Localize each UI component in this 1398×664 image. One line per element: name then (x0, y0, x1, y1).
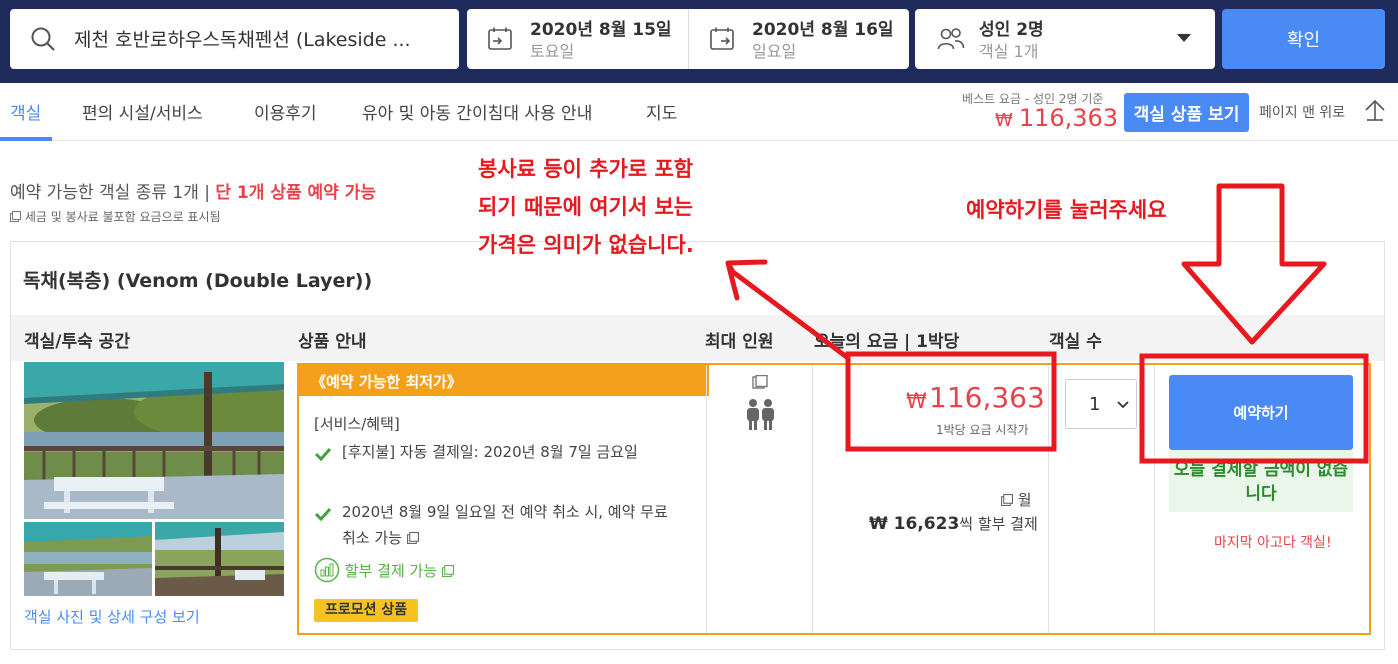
destination-text: 제천 호반로하우스독채펜션 (Lakeside ... (74, 29, 411, 51)
room-photo-thumb-2[interactable] (155, 522, 284, 596)
guests-selector[interactable]: 성인 2명 객실 1개 (915, 9, 1215, 69)
installment-link[interactable]: 할부 결제 가능 (314, 557, 454, 583)
installment-text: 할부 결제 가능 (344, 562, 438, 580)
best-price-currency: ₩ (995, 110, 1013, 131)
checkmark-icon (314, 503, 332, 529)
offer-row: 《예약 가능한 최저가》 [서비스/혜택] [후지불] 자동 결제일: 2020… (297, 363, 1371, 635)
monthly-text: 월 (1017, 491, 1032, 509)
installment-icon (314, 557, 340, 583)
monthly-suffix: 씩 할부 결제 (959, 515, 1038, 533)
checkout-date[interactable]: 2020년 8월 16일 일요일 (688, 9, 909, 69)
search-icon (30, 26, 56, 56)
promotion-tag: 프로모션 상품 (314, 599, 419, 622)
calendar-checkout-icon (709, 26, 735, 56)
calendar-checkin-icon (487, 26, 513, 56)
reserve-button[interactable]: 예약하기 (1169, 375, 1353, 450)
no-payment-today-badge: 오늘 결제할 금액이 없습니다 (1169, 450, 1353, 512)
active-tab-indicator (0, 137, 52, 141)
room-photo-main[interactable] (24, 362, 284, 519)
rooms-count: 객실 1개 (979, 42, 1039, 61)
service-item: 2020년 8월 9일 일요일 전 예약 취소 시, 예약 무료 취소 가능 (314, 499, 674, 551)
annotation-note-price: 봉사료 등이 추가로 포함 되기 때문에 여기서 보는 가격은 의미가 없습니다… (478, 150, 694, 264)
room-title: 독채(복층) (Venom (Double Layer)) (23, 270, 373, 292)
best-price-amount: 116,363 (1018, 104, 1119, 132)
adults-count: 성인 2명 (979, 20, 1044, 40)
price-note: 1박당 요금 시작가 (936, 423, 1029, 437)
room-card: 독채(복층) (Venom (Double Layer)) 객실/투숙 공간 상… (10, 241, 1385, 650)
services-title: [서비스/혜택] (314, 415, 400, 433)
service-item: [후지불] 자동 결제일: 2020년 8월 7일 금요일 (314, 439, 674, 465)
annotation-note-reserve: 예약하기를 눌러주세요 (966, 198, 1167, 222)
view-rooms-button[interactable]: 객실 상품 보기 (1124, 93, 1249, 132)
destination-input[interactable]: 제천 호반로하우스독채펜션 (Lakeside ... (10, 9, 459, 69)
checkout-date-text: 2020년 8월 16일 (752, 20, 894, 40)
col-room-space: 객실/투숙 공간 (24, 332, 130, 352)
room-nav: 객실 편의 시설/서비스 이용후기 유아 및 아동 간이침대 사용 안내 지도 … (0, 83, 1398, 141)
nightly-price: 116,363 (929, 381, 1045, 414)
tab-reviews[interactable]: 이용후기 (254, 99, 317, 124)
checkmark-icon (314, 443, 332, 469)
tab-map[interactable]: 지도 (646, 99, 677, 124)
tab-facilities[interactable]: 편의 시설/서비스 (82, 99, 203, 124)
guests-icon (937, 27, 965, 55)
checkout-weekday: 일요일 (752, 42, 797, 61)
col-today-price: 오늘의 요금 | 1박당 (814, 332, 960, 352)
room-quantity-value: 1 (1089, 394, 1101, 415)
caret-down-icon (1177, 34, 1191, 42)
monthly-amount: ₩ 16,623 (869, 514, 960, 534)
divider (1154, 365, 1155, 633)
external-link-icon (441, 565, 454, 577)
column-header: 객실/투숙 공간 상품 안내 최대 인원 오늘의 요금 | 1박당 객실 수 (11, 315, 1384, 361)
price-currency: ₩ (906, 389, 927, 413)
external-link-icon[interactable] (1001, 494, 1013, 506)
annotation-line: 봉사료 등이 추가로 포함 (478, 157, 694, 181)
chevron-down-icon (1117, 396, 1129, 418)
tab-rooms[interactable]: 객실 (10, 99, 41, 124)
lowest-price-badge: 《예약 가능한 최저가》 (299, 365, 709, 396)
availability-summary: 예약 가능한 객실 종류 1개 | 단 1개 상품 예약 가능 (10, 178, 376, 203)
external-link-icon (10, 211, 21, 222)
col-room-count: 객실 수 (1049, 332, 1102, 352)
divider (1048, 365, 1049, 633)
service-text: 2020년 8월 9일 일요일 전 예약 취소 시, 예약 무료 취소 가능 (342, 503, 668, 547)
monthly-label: 월 (1001, 489, 1032, 510)
arrow-up-icon[interactable] (1364, 98, 1386, 126)
tax-note: 세금 및 봉사료 불포함 요금으로 표시됨 (10, 208, 221, 225)
search-bar: 제천 호반로하우스독채펜션 (Lakeside ... 2020년 8월 15일… (0, 0, 1398, 83)
annotation-line: 되기 때문에 여기서 보는 (478, 195, 694, 219)
room-quantity-select[interactable]: 1 (1065, 379, 1137, 429)
annotation-line: 가격은 의미가 없습니다. (478, 233, 694, 257)
best-price: ₩116,363 (995, 104, 1118, 132)
col-max-guests: 최대 인원 (705, 332, 774, 352)
room-photos-link[interactable]: 객실 사진 및 상세 구성 보기 (24, 606, 200, 627)
confirm-button[interactable]: 확인 (1222, 9, 1385, 69)
checkin-date[interactable]: 2020년 8월 15일 토요일 (467, 9, 688, 69)
col-offer-info: 상품 안내 (298, 332, 367, 352)
checkin-weekday: 토요일 (530, 42, 575, 61)
last-room-notice: 마지막 아고다 객실! (1214, 535, 1332, 551)
divider (706, 365, 707, 633)
monthly-installment: ₩ 16,623씩 할부 결제 (869, 513, 1038, 534)
service-text: [후지불] 자동 결제일: 2020년 8월 7일 금요일 (342, 443, 638, 461)
checkin-date-text: 2020년 8월 15일 (530, 20, 672, 40)
back-to-top-link[interactable]: 페이지 맨 위로 (1259, 102, 1345, 122)
max-guests-icon (745, 374, 777, 437)
room-photo-thumb-1[interactable] (24, 522, 152, 596)
availability-highlight: 단 1개 상품 예약 가능 (215, 183, 376, 203)
divider (812, 365, 813, 633)
date-picker: 2020년 8월 15일 토요일 2020년 8월 16일 일요일 (467, 9, 909, 69)
availability-text: 예약 가능한 객실 종류 1개 | (10, 183, 216, 203)
tab-child-policy[interactable]: 유아 및 아동 간이침대 사용 안내 (362, 99, 592, 124)
tax-note-text: 세금 및 봉사료 불포함 요금으로 표시됨 (24, 210, 221, 224)
external-link-icon[interactable] (406, 532, 419, 544)
